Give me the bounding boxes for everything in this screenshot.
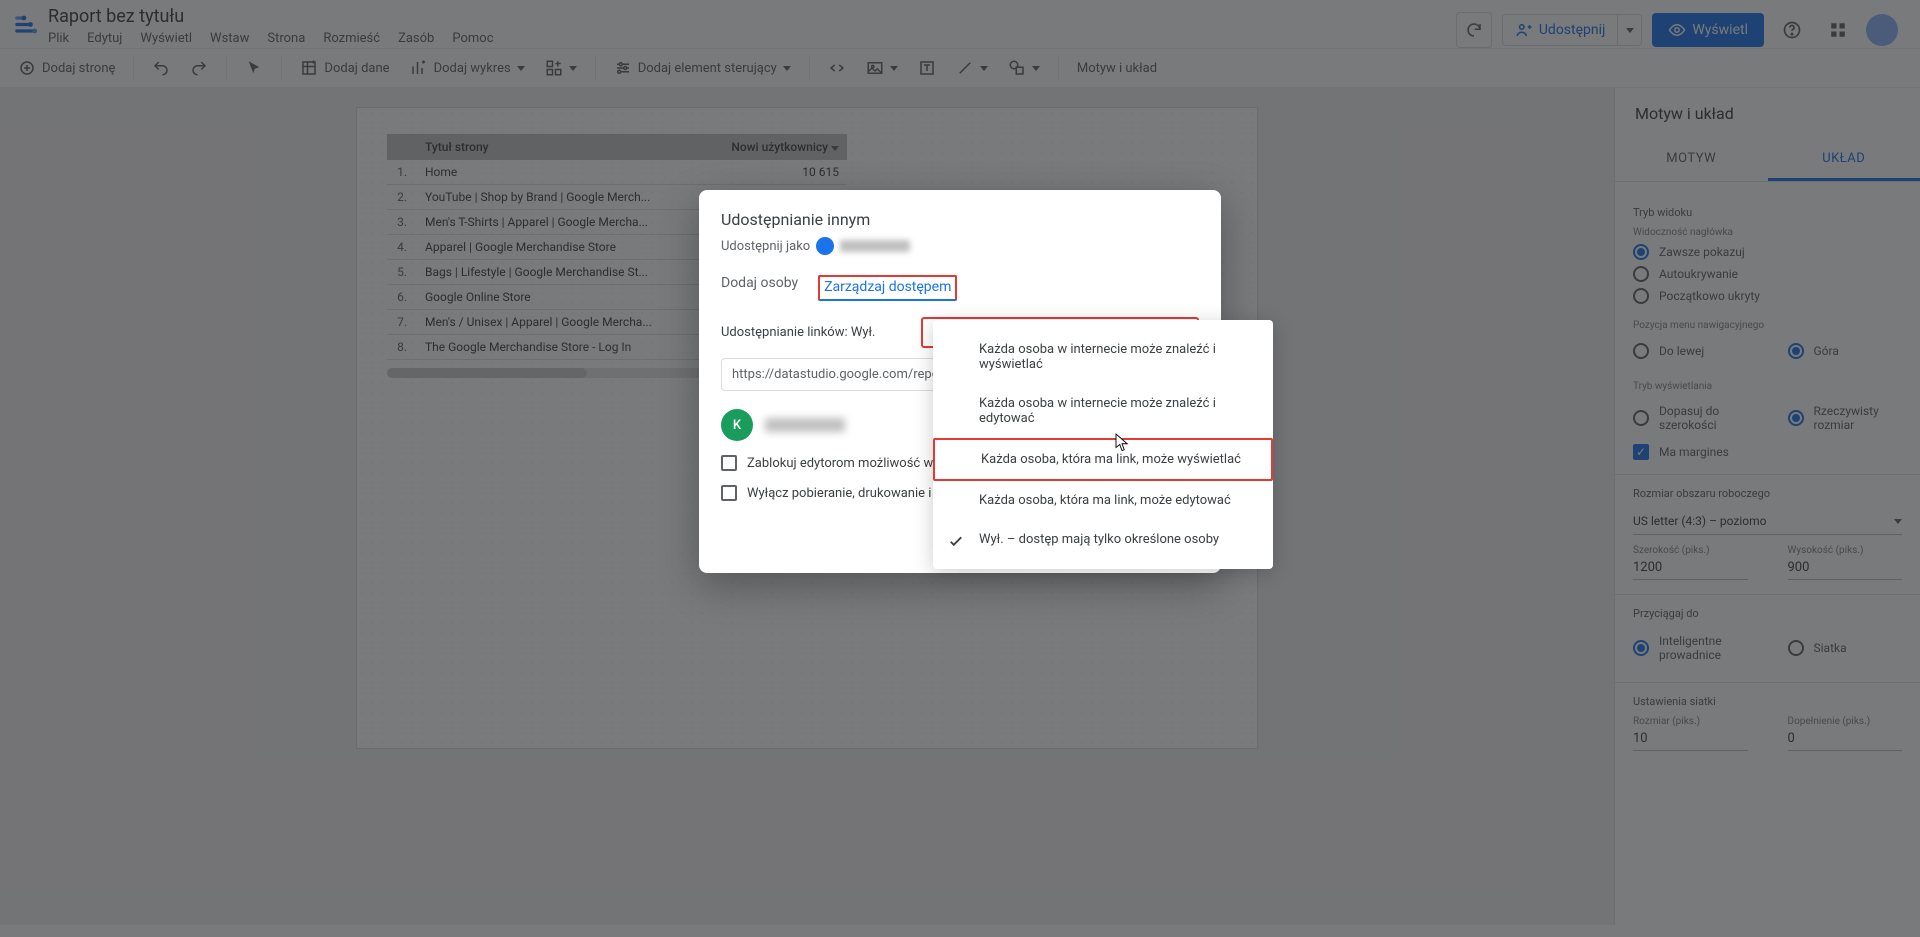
dropdown-option-off[interactable]: Wył. – dostęp mają tylko określone osoby <box>933 520 1273 559</box>
dropdown-option-public-edit[interactable]: Każda osoba w internecie może znaleźć i … <box>933 384 1273 438</box>
modal-tabs: Dodaj osoby Zarządzaj dostępem <box>699 261 1221 301</box>
link-sharing-dropdown: Każda osoba w internecie może znaleźć i … <box>933 320 1273 569</box>
dropdown-option-link-view[interactable]: Każda osoba, która ma link, może wyświet… <box>933 438 1273 481</box>
share-as-avatar <box>816 237 834 255</box>
checkmark-icon <box>947 532 965 550</box>
share-as-row: Udostępnij jako <box>721 237 1199 255</box>
share-as-name <box>840 240 910 252</box>
dropdown-option-public-view[interactable]: Każda osoba w internecie może znaleźć i … <box>933 330 1273 384</box>
modal-overlay[interactable]: Udostępnianie innym Udostępnij jako Doda… <box>0 0 1920 937</box>
share-modal: Udostępnianie innym Udostępnij jako Doda… <box>699 190 1221 573</box>
dropdown-option-link-edit[interactable]: Każda osoba, która ma link, może edytowa… <box>933 481 1273 520</box>
user-name <box>765 418 845 432</box>
modal-title: Udostępnianie innym <box>721 210 1199 229</box>
mouse-cursor-icon <box>1113 432 1131 454</box>
modal-tab-manage-access[interactable]: Zarządzaj dostępem <box>818 275 957 301</box>
link-sharing-label: Udostępnianie linków: Wył. <box>721 325 875 340</box>
user-avatar-letter: K <box>721 409 753 441</box>
modal-tab-add-people[interactable]: Dodaj osoby <box>721 275 798 301</box>
